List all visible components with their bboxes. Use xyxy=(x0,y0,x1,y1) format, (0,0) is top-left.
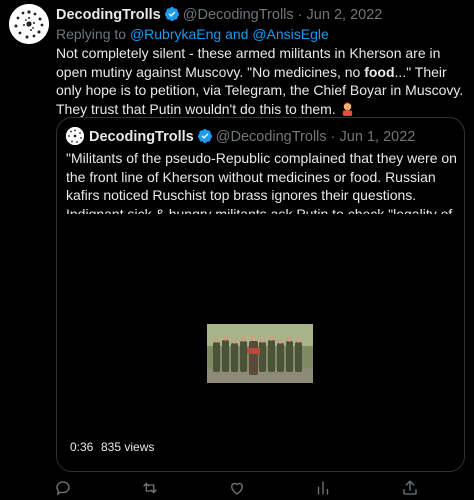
verified-badge-icon xyxy=(164,6,180,26)
quoted-header: DecodingTrolls @DecodingTrolls · Jun 1, 2… xyxy=(66,127,415,148)
quoted-date: Jun 1, 2022 xyxy=(339,129,416,145)
reply-icon[interactable] xyxy=(54,479,72,497)
replying-users-link[interactable]: @RubrykaEng and @AnsisEgle xyxy=(130,26,329,42)
quoted-author-handle: @DecodingTrolls xyxy=(215,129,327,145)
author-avatar[interactable] xyxy=(9,4,49,44)
quoted-avatar xyxy=(66,127,84,145)
tweet-text-bold: food xyxy=(364,63,395,80)
replying-to: Replying to @RubrykaEng and @AnsisEgle xyxy=(56,26,329,42)
verified-badge-icon xyxy=(197,128,213,148)
like-icon[interactable] xyxy=(228,479,246,497)
action-bar xyxy=(0,479,474,499)
video-player[interactable]: 0:36 835 views xyxy=(57,214,464,471)
video-views: 835 views xyxy=(101,440,155,454)
meta-separator: · xyxy=(297,7,303,23)
replying-prefix: Replying to xyxy=(56,26,127,42)
tweet-date[interactable]: Jun 2, 2022 xyxy=(307,7,383,23)
video-thumbnail xyxy=(207,324,313,383)
author-name[interactable]: DecodingTrolls xyxy=(56,7,161,23)
video-duration: 0:36 xyxy=(70,440,94,454)
share-icon[interactable] xyxy=(401,479,419,497)
views-icon[interactable] xyxy=(314,479,332,497)
quoted-author-name[interactable]: DecodingTrolls xyxy=(89,129,194,145)
tweet-header: DecodingTrolls @DecodingTrolls · Jun 2, 2… xyxy=(56,6,382,26)
tweet-text: Not completely silent - these armed mili… xyxy=(56,44,466,120)
retweet-icon[interactable] xyxy=(141,479,159,497)
quoted-meta-separator: · xyxy=(330,129,336,145)
quoted-tweet-card[interactable]: DecodingTrolls @DecodingTrolls · Jun 1, 2… xyxy=(56,117,465,472)
author-handle[interactable]: @DecodingTrolls xyxy=(183,7,294,23)
